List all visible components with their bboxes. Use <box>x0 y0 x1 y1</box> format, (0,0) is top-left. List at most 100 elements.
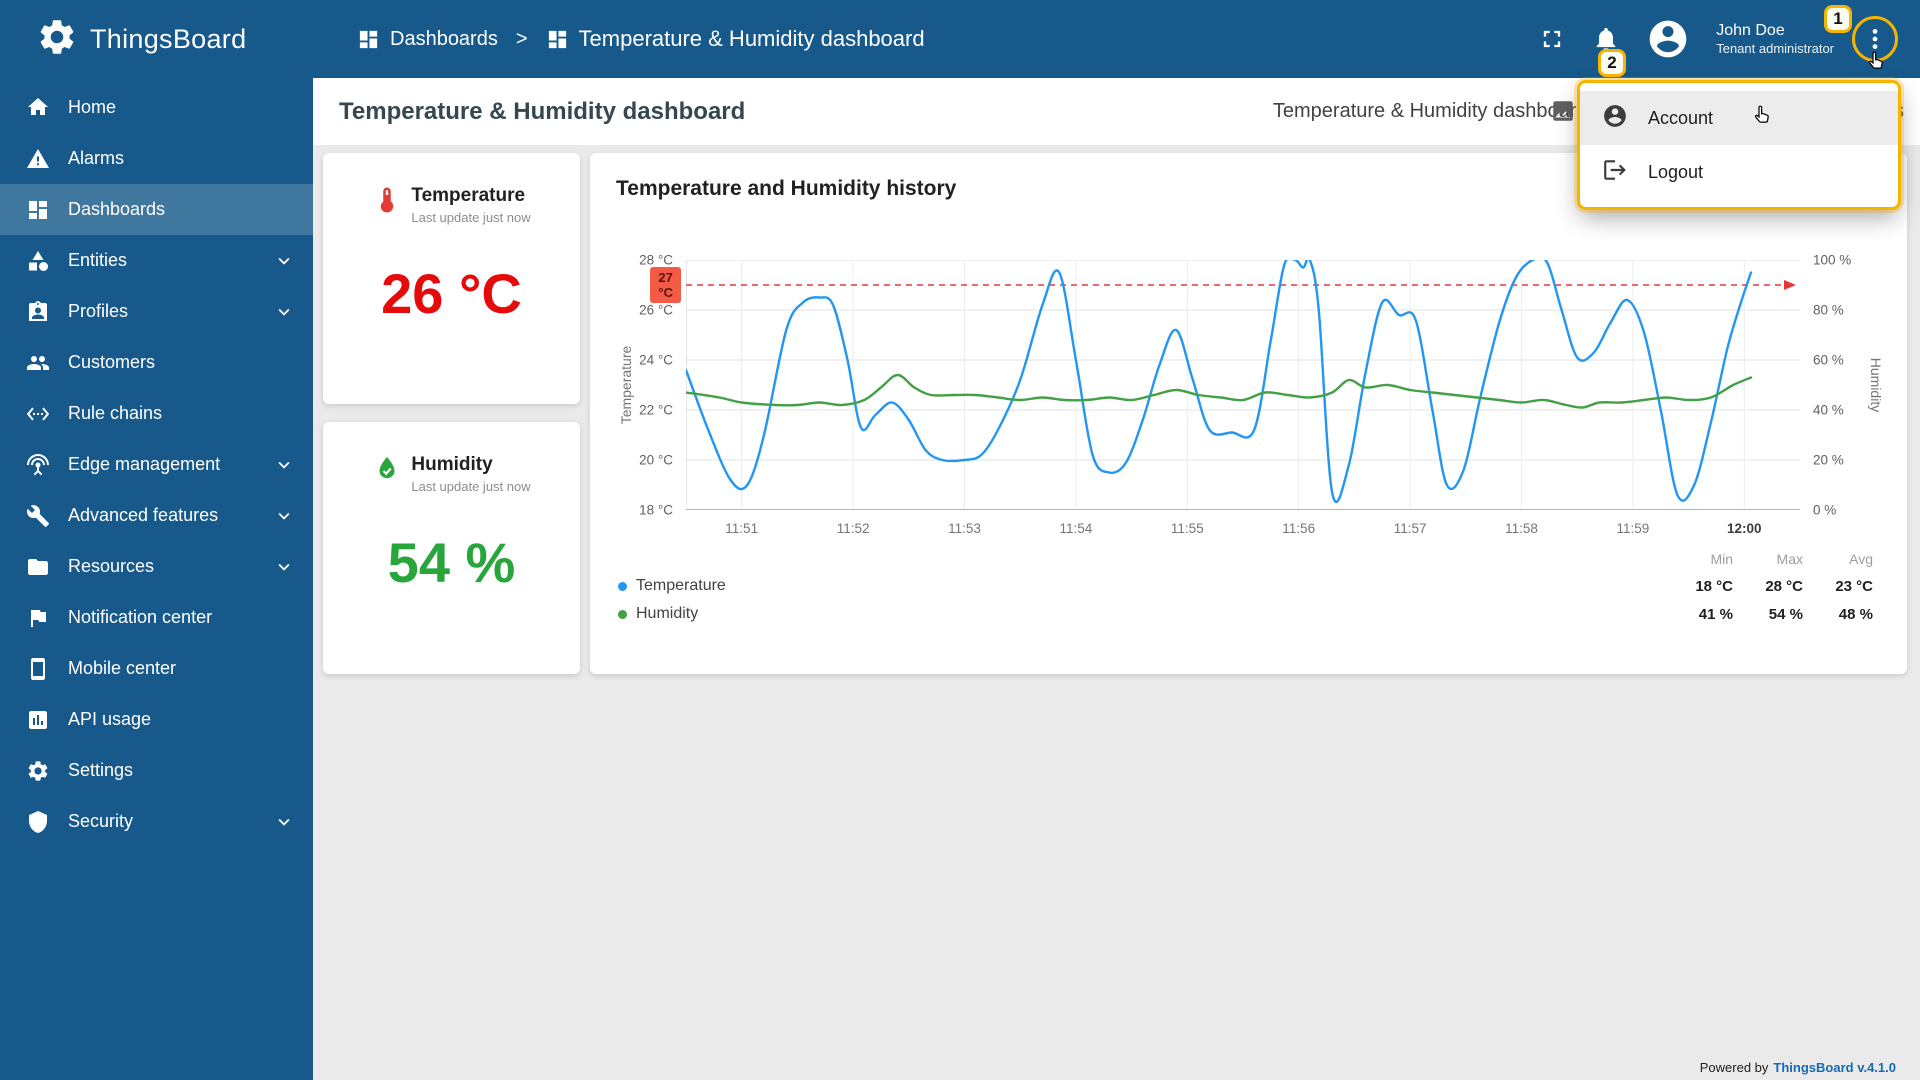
annotation-step-2-badge: 2 <box>1598 49 1626 77</box>
warning-icon <box>25 147 51 171</box>
more-vert-icon <box>1872 29 1878 49</box>
thingsboard-logo-icon <box>36 16 78 63</box>
user-role: Tenant administrator <box>1716 40 1834 56</box>
home-icon <box>25 96 51 120</box>
dashboard-icon <box>548 30 566 48</box>
image-export-button[interactable] <box>1550 98 1576 127</box>
app-logo[interactable]: ThingsBoard <box>0 16 313 63</box>
page-title: Temperature & Humidity dashboard <box>339 97 746 125</box>
antenna-icon <box>25 453 51 477</box>
rule-chain-icon <box>25 402 51 426</box>
fullscreen-icon <box>1544 30 1561 48</box>
legend-dot-humidity <box>618 609 627 619</box>
smartphone-icon <box>25 657 51 681</box>
threshold-label: 27 °C <box>650 267 681 303</box>
gear-icon <box>25 759 51 783</box>
sidebar-item-api-usage[interactable]: API usage <box>0 694 313 745</box>
water-drop-icon <box>379 456 395 479</box>
temperature-subtitle: Last update just now <box>411 210 531 225</box>
folder-icon <box>25 555 51 579</box>
chart-icon <box>25 708 51 732</box>
chevron-down-icon <box>273 811 295 833</box>
temperature-widget-header: Temperature Last update just now <box>323 185 580 225</box>
sidebar-item-security[interactable]: Security <box>0 796 313 847</box>
temperature-widget[interactable]: Temperature Last update just now 26 °C <box>323 153 580 404</box>
cursor-icon <box>1866 50 1887 76</box>
breadcrumb-dashboards[interactable]: Dashboards <box>357 28 498 51</box>
sidebar-item-mobile-center[interactable]: Mobile center <box>0 643 313 694</box>
account-circle-icon <box>1649 20 1687 58</box>
image-icon <box>1553 101 1573 121</box>
menu-item-logout[interactable]: Logout <box>1580 145 1898 199</box>
chart-canvas <box>686 260 1800 510</box>
stat-header-avg: Avg <box>1849 551 1873 567</box>
account-icon <box>1602 103 1628 134</box>
user-name: John Doe <box>1716 21 1785 39</box>
y-axis-right-title: Humidity <box>1868 357 1884 413</box>
sidebar-item-resources[interactable]: Resources <box>0 541 313 592</box>
legend-dot-temperature <box>618 581 627 591</box>
temperature-max: 28 °C <box>1765 577 1803 595</box>
chevron-down-icon <box>273 250 295 272</box>
stat-header-min: Min <box>1710 551 1733 567</box>
chevron-down-icon <box>273 454 295 476</box>
category-icon <box>25 249 51 273</box>
sidebar-item-dashboards[interactable]: Dashboards <box>0 184 313 235</box>
version-link[interactable]: ThingsBoard v.4.1.0 <box>1773 1060 1896 1075</box>
sidebar-item-customers[interactable]: Customers <box>0 337 313 388</box>
humidity-min: 41 % <box>1698 605 1733 623</box>
flag-icon <box>25 606 51 630</box>
sidebar-item-advanced-features[interactable]: Advanced features <box>0 490 313 541</box>
sidebar-item-profiles[interactable]: Profiles <box>0 286 313 337</box>
humidity-avg: 48 % <box>1838 605 1873 623</box>
temperature-title: Temperature <box>411 185 526 206</box>
sidebar-item-home[interactable]: Home <box>0 82 313 133</box>
shield-icon <box>25 810 51 834</box>
legend-item-temperature[interactable]: Temperature <box>618 577 1663 595</box>
sidebar-item-entities[interactable]: Entities <box>0 235 313 286</box>
chart-legend: Min Max Avg Temperature 18 °C 28 °C 23 °… <box>618 551 1873 623</box>
powered-by: Powered by ThingsBoard v.4.1.0 <box>1699 1060 1896 1075</box>
dashboards-icon <box>25 198 51 222</box>
menu-item-account[interactable]: Account <box>1580 91 1898 145</box>
temperature-value: 26 °C <box>381 262 522 325</box>
temperature-min: 18 °C <box>1695 577 1733 595</box>
chevron-down-icon <box>273 505 295 527</box>
humidity-widget-header: Humidity Last update just now <box>323 454 580 494</box>
breadcrumb: Dashboards > Temperature & Humidity dash… <box>357 26 925 52</box>
wrench-icon <box>25 504 51 528</box>
stat-header-max: Max <box>1776 551 1803 567</box>
legend-item-humidity[interactable]: Humidity <box>618 605 1663 623</box>
more-vert-button[interactable] <box>1862 26 1888 52</box>
sidebar-item-settings[interactable]: Settings <box>0 745 313 796</box>
thermometer-icon <box>381 187 394 213</box>
chevron-down-icon <box>273 556 295 578</box>
chevron-down-icon <box>273 301 295 323</box>
sidebar-item-rule-chains[interactable]: Rule chains <box>0 388 313 439</box>
sidebar-item-notification-center[interactable]: Notification center <box>0 592 313 643</box>
user-info: John Doe Tenant administrator <box>1716 21 1834 57</box>
cursor-icon <box>1752 104 1773 130</box>
breadcrumb-current-dashboard[interactable]: Temperature & Humidity dashboard <box>546 26 925 52</box>
header-actions: John Doe Tenant administrator 1 <box>1538 5 1920 69</box>
humidity-max: 54 % <box>1768 605 1803 623</box>
temperature-avg: 23 °C <box>1835 577 1873 595</box>
app-name: ThingsBoard <box>90 23 247 54</box>
sidebar-item-alarms[interactable]: Alarms <box>0 133 313 184</box>
user-dropdown-menu: Account Logout 2 <box>1580 49 1898 207</box>
dashboard-icon <box>359 30 378 48</box>
badge-icon <box>25 300 51 324</box>
dashboard-content: Temperature Last update just now 26 °C H… <box>313 145 1920 1080</box>
logout-icon <box>1602 157 1628 188</box>
avatar[interactable] <box>1646 17 1690 61</box>
top-header: ThingsBoard Dashboards > Temperature & H… <box>0 0 1920 78</box>
annotation-step-1-badge: 1 <box>1824 5 1852 33</box>
humidity-widget[interactable]: Humidity Last update just now 54 % <box>323 422 580 674</box>
line-chart-plot[interactable]: 28 °C 26 °C 24 °C 22 °C 20 °C 18 °C 100 % 80 %… <box>639 253 1851 537</box>
sidebar-nav: Home Alarms Dashboards Entities Profiles… <box>0 78 313 1080</box>
y-axis-left-title: Temperature <box>618 345 634 425</box>
sidebar-item-edge-management[interactable]: Edge management <box>0 439 313 490</box>
user-menu-anchor: 1 <box>1824 5 1898 69</box>
fullscreen-button[interactable] <box>1538 25 1566 53</box>
history-chart-widget[interactable]: Temperature and Humidity history Tempera… <box>590 153 1907 674</box>
